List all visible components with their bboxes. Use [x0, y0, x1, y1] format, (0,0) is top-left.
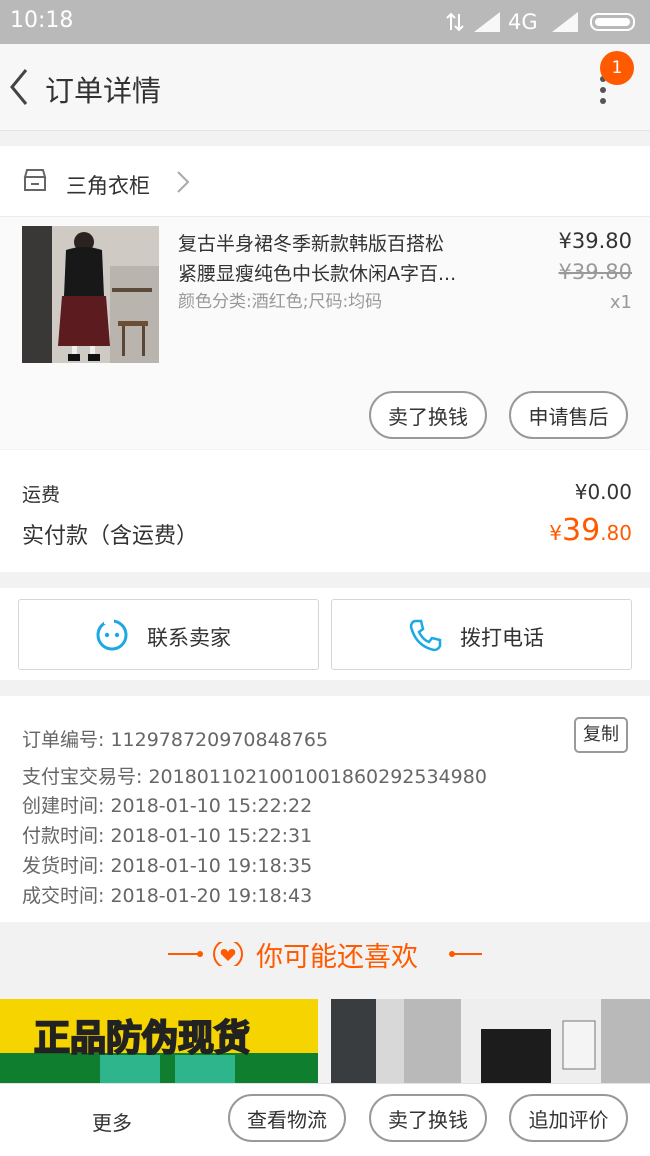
- product-original-price: ¥39.80: [558, 260, 632, 284]
- paid-label: 实付款（含运费）: [22, 524, 199, 549]
- paid-decimal: .80: [600, 521, 632, 545]
- left-divider-heart-icon: [168, 942, 243, 966]
- copy-button[interactable]: 复制: [574, 717, 628, 753]
- contact-seller-label: 联系卖家: [147, 626, 231, 650]
- signal-icon: [474, 12, 500, 32]
- promo-product-shape-2: [175, 1055, 235, 1083]
- shipping-label: 运费: [22, 484, 61, 506]
- product-thumbnail[interactable]: [22, 226, 159, 363]
- alipay-transaction-number: 支付宝交易号: 2018011021001001860292534980: [22, 766, 487, 788]
- promo-product-shape: [100, 1055, 160, 1083]
- right-divider-icon: [449, 951, 482, 957]
- shipped-time: 发货时间: 2018-01-10 19:18:35: [22, 855, 313, 877]
- top-nav: 订单详情: [0, 44, 650, 131]
- sell-button[interactable]: 卖了换钱: [369, 391, 487, 439]
- view-logistics-button[interactable]: 查看物流: [228, 1094, 346, 1142]
- recommend-item-1[interactable]: 正品防伪现货: [0, 999, 318, 1083]
- page-title: 订单详情: [45, 74, 162, 108]
- battery-icon: [590, 13, 635, 31]
- paid-amount: ¥39.80: [549, 513, 632, 548]
- chevron-right-icon: [177, 171, 190, 193]
- add-review-button[interactable]: 追加评价: [509, 1094, 628, 1142]
- recommend-item-2[interactable]: [331, 999, 650, 1083]
- notification-badge: 1: [600, 51, 634, 85]
- product-title-line1: 复古半身裙冬季新款韩版百搭松: [178, 233, 445, 255]
- shop-name: 三角衣柜: [66, 174, 150, 198]
- product-price: ¥39.80: [558, 229, 632, 253]
- shipping-value: ¥0.00: [574, 480, 632, 504]
- after-sale-button[interactable]: 申请售后: [509, 391, 628, 439]
- signal-icon-2: [552, 12, 578, 32]
- status-bar: 10:18 4G: [0, 0, 650, 44]
- product-quantity: x1: [609, 292, 632, 313]
- store-icon: [23, 169, 47, 191]
- call-phone-label: 拨打电话: [460, 626, 544, 650]
- promo-banner-text: 正品防伪现货: [33, 1017, 251, 1060]
- call-phone-button[interactable]: 拨打电话: [331, 599, 632, 670]
- more-button[interactable]: 更多: [92, 1107, 132, 1136]
- order-number: 订单编号: 112978720970848765: [22, 729, 329, 751]
- paid-integer: 39: [562, 513, 601, 548]
- back-arrow-icon[interactable]: [8, 68, 30, 106]
- paid-currency: ¥: [549, 521, 562, 545]
- product-photo-illustration: [22, 226, 159, 363]
- promo-photo-illustration: [331, 999, 650, 1083]
- recommend-title: 你可能还喜欢: [256, 942, 418, 973]
- chat-bubble-icon: [96, 618, 128, 651]
- sell-button-bottom[interactable]: 卖了换钱: [369, 1094, 487, 1142]
- paid-time: 付款时间: 2018-01-10 15:22:31: [22, 825, 313, 847]
- completed-time: 成交时间: 2018-01-20 19:18:43: [22, 885, 313, 907]
- created-time: 创建时间: 2018-01-10 15:22:22: [22, 795, 313, 817]
- shop-header[interactable]: 三角衣柜: [0, 146, 650, 217]
- product-title-line2: 紧腰显瘦纯色中长款休闲A字百...: [178, 263, 457, 285]
- network-type: 4G: [508, 10, 538, 34]
- product-sku: 颜色分类:酒红色;尺码:均码: [178, 292, 383, 312]
- data-transfer-icon: [446, 12, 464, 32]
- status-time: 10:18: [10, 8, 74, 33]
- product-title[interactable]: 复古半身裙冬季新款韩版百搭松 紧腰显瘦纯色中长款休闲A字百...: [178, 229, 508, 289]
- contact-seller-button[interactable]: 联系卖家: [18, 599, 319, 670]
- phone-icon: [409, 619, 442, 652]
- fee-summary: [0, 450, 650, 572]
